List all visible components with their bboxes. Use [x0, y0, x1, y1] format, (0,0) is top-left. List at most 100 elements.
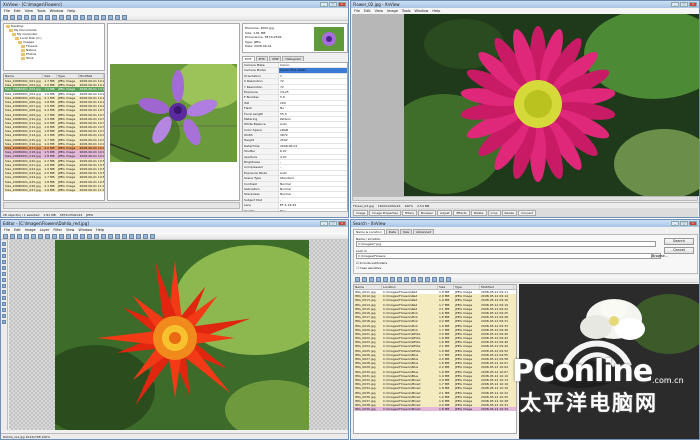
column-header[interactable]: Type	[454, 285, 480, 289]
tool-icon[interactable]	[2, 290, 6, 294]
menu-item[interactable]: View	[66, 228, 74, 232]
toolbar-button[interactable]	[17, 233, 22, 239]
toolbar-button[interactable]	[52, 233, 57, 239]
menu-item[interactable]: View	[25, 9, 33, 13]
tab[interactable]: Histogram	[282, 56, 305, 61]
menu-item[interactable]: File	[4, 228, 10, 232]
tab[interactable]: EXIF	[242, 56, 255, 61]
toolbar-button[interactable]	[122, 233, 127, 239]
menu-item[interactable]: Edit	[364, 9, 371, 13]
toolbar-button[interactable]	[115, 233, 120, 239]
column-header[interactable]: Name	[4, 74, 44, 78]
tool-icon[interactable]	[2, 272, 6, 276]
toolbar-button[interactable]	[45, 233, 50, 239]
viewer-tab[interactable]: Image Properties	[369, 209, 401, 216]
tool-icon[interactable]	[2, 314, 6, 318]
toolbar-button[interactable]	[376, 276, 381, 282]
menu-item[interactable]: Window	[50, 9, 64, 13]
toolbar-button[interactable]	[59, 14, 64, 20]
toolbar-button[interactable]	[411, 276, 416, 282]
exif-property-grid[interactable]: Camera Make Canon Camera Model Canon EOS 40…	[242, 62, 348, 212]
tool-icon[interactable]	[2, 242, 6, 246]
toolbar-button[interactable]	[80, 14, 85, 20]
tool-icon[interactable]	[2, 320, 6, 324]
minimize-button[interactable]: _	[671, 221, 679, 226]
table-row[interactable]: Size_20080601_027.jpg 1.6 MB JPEG Image 200…	[4, 187, 104, 193]
toolbar-button[interactable]	[17, 14, 22, 20]
tool-icon[interactable]	[2, 284, 6, 288]
tab[interactable]: IPTC	[255, 56, 269, 61]
editor-canvas[interactable]	[9, 240, 348, 430]
toolbar-button[interactable]	[87, 14, 92, 20]
toolbar-button[interactable]	[94, 233, 99, 239]
menu-item[interactable]: File	[354, 9, 360, 13]
maximize-button[interactable]: □	[680, 2, 688, 7]
toolbar-button[interactable]	[383, 276, 388, 282]
menu-item[interactable]: Image	[387, 9, 398, 13]
menu-item[interactable]: Tools	[37, 9, 46, 13]
subfolders-checkbox[interactable]: ☑ Include subfolders	[356, 261, 387, 265]
menu-item[interactable]: Edit	[14, 9, 21, 13]
editor-titlebar[interactable]: Editor - [C:\Images\Flowers\Dahlia_red.j…	[1, 220, 348, 227]
viewer-tab[interactable]: Crop	[487, 209, 501, 216]
toolbar-button[interactable]	[73, 233, 78, 239]
viewer-titlebar[interactable]: Flower_02.jpg - XnView _ □ x	[351, 1, 699, 8]
toolbar-button[interactable]	[31, 233, 36, 239]
toolbar-button[interactable]	[59, 233, 64, 239]
search-results-list[interactable]: Name Location Size Type Modified IMG_0011.jp…	[353, 284, 517, 434]
column-header[interactable]: Modified	[79, 74, 104, 78]
tab[interactable]: XMP	[269, 56, 282, 61]
toolbar-button[interactable]	[24, 14, 29, 20]
toolbar-button[interactable]	[432, 276, 437, 282]
tree-item[interactable]: Work	[4, 56, 104, 60]
menu-item[interactable]: Window	[415, 9, 429, 13]
toolbar-button[interactable]	[10, 233, 15, 239]
maximize-button[interactable]: □	[329, 2, 337, 7]
toolbar-button[interactable]	[3, 14, 8, 20]
tool-icon[interactable]	[2, 260, 6, 264]
menu-item[interactable]: Image	[25, 228, 36, 232]
maximize-button[interactable]: □	[329, 221, 337, 226]
toolbar-button[interactable]	[3, 233, 8, 239]
viewer-tab[interactable]: Adjust	[437, 209, 453, 216]
toolbar-button[interactable]	[38, 233, 43, 239]
column-header[interactable]: Location	[382, 285, 438, 289]
menu-item[interactable]: Window	[78, 228, 92, 232]
toolbar-button[interactable]	[80, 233, 85, 239]
tool-icon[interactable]	[2, 254, 6, 258]
tool-icon[interactable]	[2, 302, 6, 306]
file-list[interactable]: Name Size Type Modified Size_20080601_001.j…	[3, 73, 105, 201]
cancel-button[interactable]: Cancel	[664, 247, 694, 254]
search-button[interactable]: Search	[664, 238, 694, 245]
menu-item[interactable]: File	[4, 9, 10, 13]
toolbar-button[interactable]	[87, 233, 92, 239]
toolbar-button[interactable]	[439, 276, 444, 282]
viewer-tab[interactable]: Browser	[417, 209, 437, 216]
toolbar-button[interactable]	[66, 14, 71, 20]
toolbar-button[interactable]	[122, 14, 127, 20]
folder-tree[interactable]: Desktop My Documents My Computer Local Disk…	[3, 23, 105, 71]
close-button[interactable]: x	[689, 221, 697, 226]
toolbar-button[interactable]	[425, 276, 430, 282]
toolbar-button[interactable]	[390, 276, 395, 282]
close-button[interactable]: x	[338, 221, 346, 226]
table-row[interactable]: IMG_0039.jpg C:\Images\Flowers\Mixed 1.8 M…	[354, 407, 516, 412]
toolbar-button[interactable]	[115, 14, 120, 20]
close-button[interactable]: x	[338, 2, 346, 7]
tool-icon[interactable]	[2, 266, 6, 270]
close-button[interactable]: x	[689, 2, 697, 7]
toolbar-button[interactable]	[404, 276, 409, 282]
toolbar-button[interactable]	[73, 14, 78, 20]
viewer-tab[interactable]: Rotate	[470, 209, 487, 216]
viewer-canvas[interactable]	[352, 14, 699, 196]
toolbar-button[interactable]	[38, 14, 43, 20]
maximize-button[interactable]: □	[680, 221, 688, 226]
column-header[interactable]: Size	[438, 285, 454, 289]
toolbar-button[interactable]	[101, 14, 106, 20]
tool-icon[interactable]	[2, 248, 6, 252]
browser-titlebar[interactable]: XnView - [C:\Images\Flowers] _ □ x	[1, 1, 348, 8]
menu-item[interactable]: Layer	[40, 228, 50, 232]
viewer-scrollbar[interactable]	[352, 196, 698, 201]
toolbar-button[interactable]	[355, 276, 360, 282]
menu-item[interactable]: Edit	[14, 228, 21, 232]
